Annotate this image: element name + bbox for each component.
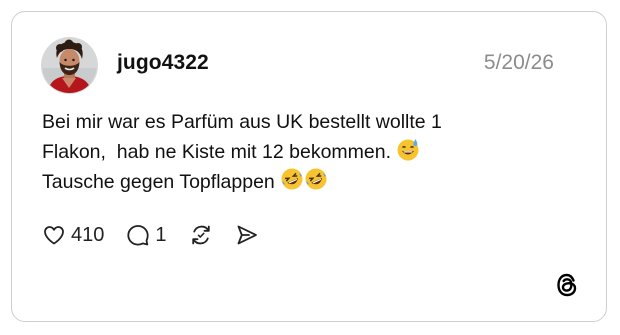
post-card[interactable]: jugo4322 5/20/26 Bei mir war es Parfüm a…	[11, 11, 607, 322]
post-date: 5/20/26	[483, 51, 554, 74]
comment-icon	[127, 225, 149, 246]
rolling-on-the-floor-laughing-icon	[281, 168, 303, 190]
post-line-2: Flakon, hab ne Kiste mit 12 bekommen.	[42, 137, 582, 167]
threads-logo-icon	[557, 273, 577, 297]
grinning-face-with-sweat-icon	[397, 139, 419, 161]
like-button[interactable]: 410	[42, 223, 104, 247]
share-button[interactable]	[235, 223, 259, 247]
rolling-on-the-floor-laughing-icon	[305, 168, 327, 190]
post-line-3: Tausche gegen Topflappen	[42, 167, 582, 197]
post-line-2-text: Flakon, hab ne Kiste mit 12 bekommen.	[42, 141, 392, 163]
repost-button[interactable]	[189, 223, 213, 247]
like-count: 410	[71, 223, 105, 246]
post-text: Bei mir war es Parfüm aus UK bestellt wo…	[42, 108, 582, 197]
reply-button[interactable]: 1	[126, 223, 167, 247]
reply-count: 1	[155, 223, 167, 246]
post-actions: 410 1	[42, 221, 281, 249]
avatar[interactable]	[42, 38, 97, 93]
username[interactable]: jugo4322	[117, 51, 209, 75]
post-line-3-text: Tausche gegen Topflappen	[42, 171, 275, 193]
avatar-image	[42, 38, 97, 93]
send-icon	[237, 225, 257, 245]
heart-icon	[44, 226, 64, 245]
post-line-1: Bei mir war es Parfüm aus UK bestellt wo…	[42, 111, 442, 133]
repost-icon	[191, 225, 210, 245]
